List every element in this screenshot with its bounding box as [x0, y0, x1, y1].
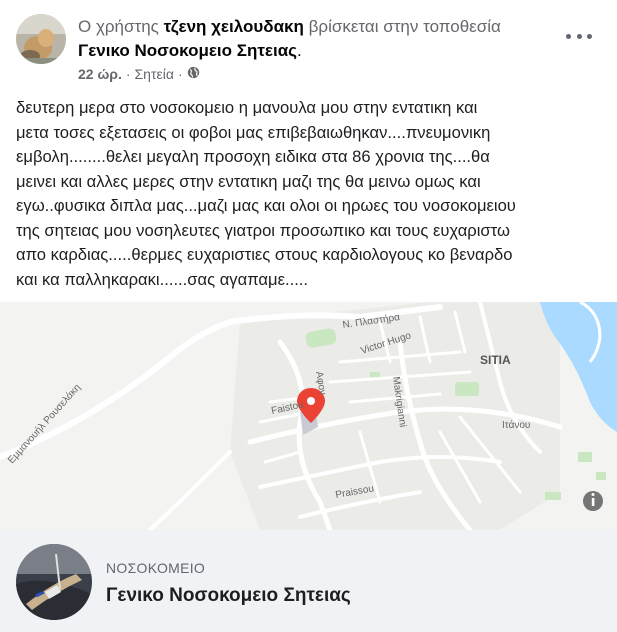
meta-separator-2: · [177, 66, 183, 82]
place-category: ΝΟΣΟΚΟΜΕΙΟ [106, 560, 206, 576]
post-meta: 22 ώρ. · Σητεία · [78, 66, 200, 82]
meta-separator: · [125, 66, 131, 82]
timestamp-link[interactable]: 22 ώρ. [78, 66, 122, 82]
post-header: Ο χρήστης τζενη χειλουδακη βρίσκεται στη… [0, 0, 617, 90]
street-label-itanou: Ιτάνου [502, 419, 530, 431]
title-prefix: Ο χρήστης [78, 17, 164, 36]
place-name[interactable]: Γενικο Νοσοκομειο Σητειας [106, 585, 351, 607]
map[interactable]: Ν. Πλαστήρα Victor Hugo Αφον Faistou Mak… [0, 302, 617, 530]
globe-icon[interactable] [187, 66, 200, 82]
user-avatar[interactable] [16, 14, 66, 64]
post-title: Ο χρήστης τζενη χειλουδακη βρίσκεται στη… [78, 15, 568, 63]
post: Ο χρήστης τζενη χειλουδακη βρίσκεται στη… [0, 0, 617, 632]
place-card[interactable]: ΝΟΣΟΚΟΜΕΙΟ Γενικο Νοσοκομειο Σητειας [0, 530, 617, 632]
location-link[interactable]: Γενικο Νοσοκομειο Σητειας [78, 41, 297, 60]
place-photo[interactable] [16, 544, 92, 620]
user-name-link[interactable]: τζενη χειλουδακη [164, 17, 304, 36]
title-middle: βρίσκεται στην τοποθεσία [303, 17, 501, 36]
info-icon [583, 491, 603, 511]
place-link[interactable]: Σητεία [135, 66, 174, 82]
city-label-sitia: SITIA [480, 353, 511, 367]
more-options-icon[interactable] [566, 26, 592, 46]
post-text: δευτερη μερα στο νοσοκομειο η μανουλα μο… [16, 98, 516, 289]
title-end: . [297, 41, 302, 60]
